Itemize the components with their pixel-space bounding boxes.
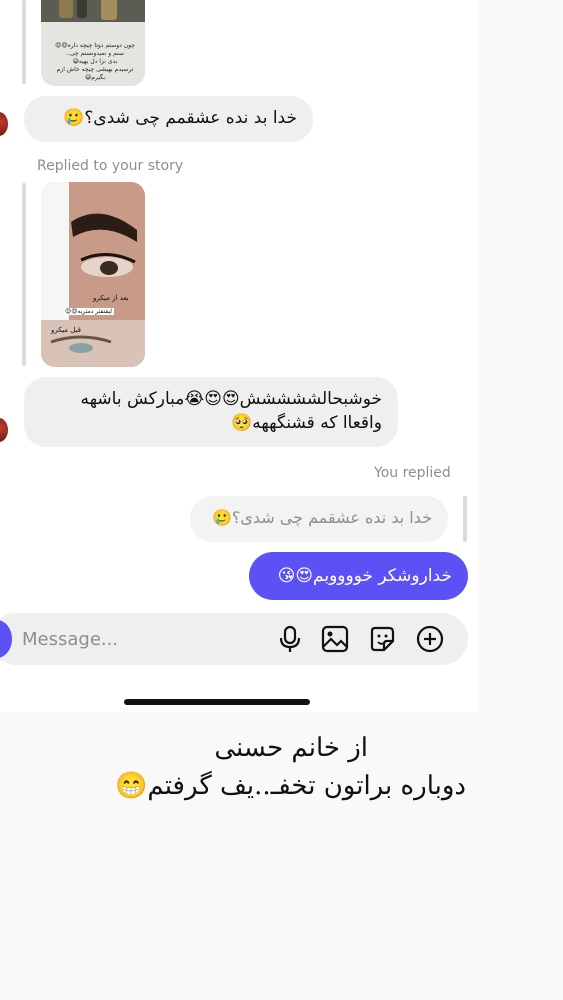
quoted-reply-text: خدا بد نده عشقمم چی شدی؟🥲 [211, 508, 432, 527]
gallery-button[interactable] [321, 624, 349, 654]
story-label-lash: لیفتفثر دمثریه😍😍 [63, 308, 114, 315]
plus-circle-icon [416, 625, 444, 653]
message-input[interactable] [22, 627, 262, 651]
add-button[interactable] [416, 624, 444, 654]
story-thumbnail[interactable]: چون دوستم دوتا چیچه داره😍😍 سنم و نمیدونس… [41, 0, 145, 86]
mic-icon [279, 625, 301, 652]
story-thumbnail[interactable]: بعد از میکرو لیفتفثر دمثریه😍😍 قبل میکرو [41, 182, 145, 367]
story-reply-line [22, 0, 26, 84]
story-label-before: قبل میکرو [51, 326, 81, 334]
message-text: خداروشکر خووووبم😍😘 [277, 566, 452, 586]
message-text: خدا بد نده عشقمم چی شدی؟🥲 [63, 108, 297, 128]
quoted-reply-bubble[interactable]: خدا بد نده عشقمم چی شدی؟🥲 [190, 496, 448, 542]
sticker-icon [370, 626, 395, 652]
image-icon [321, 625, 349, 653]
mic-button[interactable] [276, 624, 304, 654]
story-photo [41, 182, 145, 367]
story-reply-caption: Replied to your story [37, 158, 184, 174]
you-replied-caption: You replied [374, 465, 451, 481]
quoted-reply-line [463, 496, 467, 542]
message-bubble-outgoing[interactable]: خداروشکر خووووبم😍😘 [249, 552, 468, 600]
overlay-caption-line-2: دوباره براتون تخفـ..یف گرفتم😁 [115, 771, 466, 801]
story-label-after: بعد از میکرو [93, 294, 129, 302]
story-reply-line [22, 183, 26, 366]
message-bubble-incoming[interactable]: خوشبحالششششش😍😍😭مبارکش باشهه واقعاا که قش… [24, 377, 398, 447]
sticker-button[interactable] [368, 624, 396, 654]
overlay-caption-line-1: از خانم حسنی [214, 733, 368, 763]
background-strip [478, 0, 563, 712]
story-caption: چون دوستم دوتا چیچه داره😍😍 سنم و نمیدونس… [55, 42, 135, 81]
message-text: واقعاا که قشنگههه🥺 [231, 413, 382, 433]
message-text: خوشبحالششششش😍😍😭مبارکش باشهه [80, 389, 382, 409]
message-bubble-incoming[interactable]: خدا بد نده عشقمم چی شدی؟🥲 [24, 96, 313, 142]
home-indicator [124, 699, 310, 705]
